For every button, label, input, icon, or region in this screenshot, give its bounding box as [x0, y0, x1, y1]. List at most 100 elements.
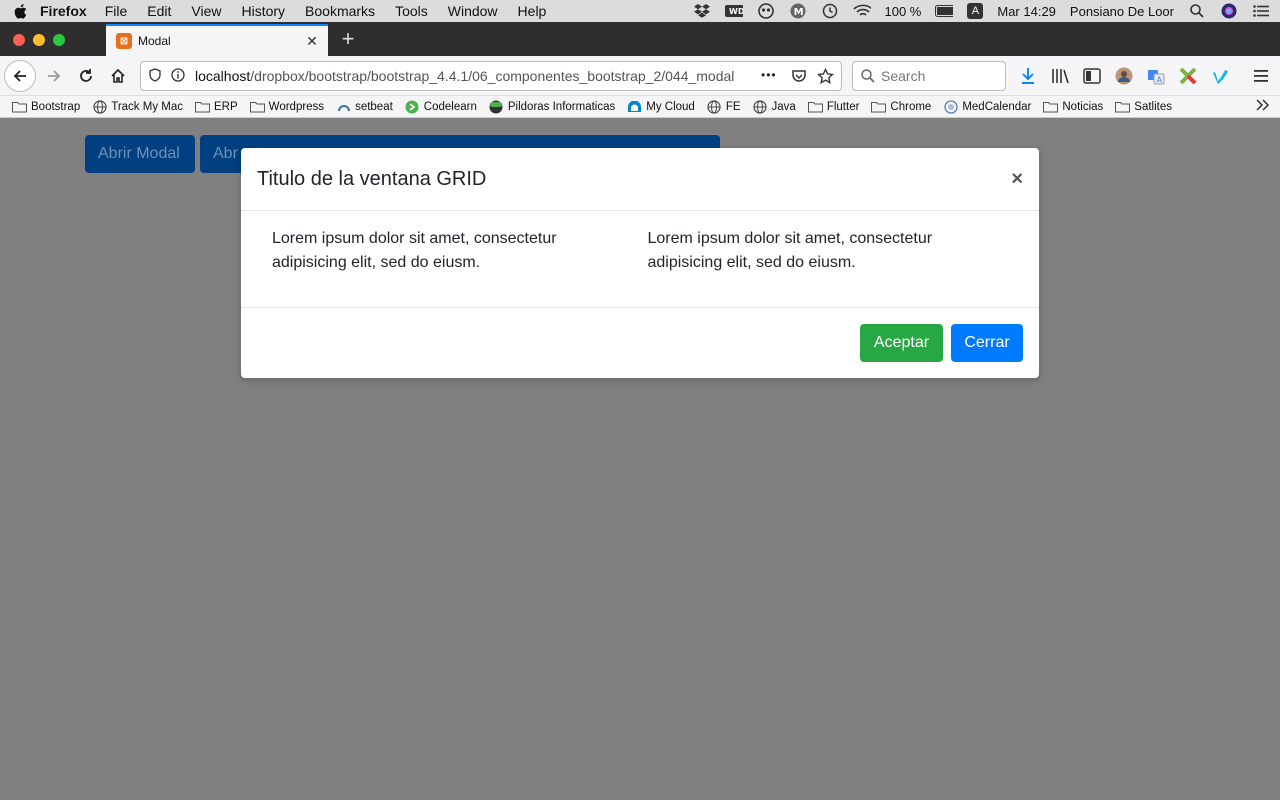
menu-history[interactable]: History [241, 3, 285, 19]
bookmark-label: Track My Mac [111, 100, 184, 113]
bookmark-label: Flutter [826, 100, 860, 113]
back-button[interactable] [4, 60, 36, 92]
battery-icon[interactable] [935, 3, 954, 19]
medcalendar-icon [943, 99, 958, 114]
bookmark-star-icon[interactable] [817, 67, 834, 88]
bookmark-label: Satlites [1134, 100, 1172, 113]
svg-text:WD: WD [729, 7, 743, 16]
bookmark-codelearn[interactable]: Codelearn [405, 100, 477, 113]
globe-icon [707, 99, 722, 114]
bookmarks-overflow-chevron-icon[interactable] [1256, 98, 1270, 114]
bookmark-label: Noticias [1062, 100, 1104, 113]
window-minimize-button[interactable] [33, 34, 45, 46]
battery-percent: 100 % [884, 3, 922, 19]
bookmark-label: Bootstrap [31, 100, 81, 113]
tracking-shield-icon[interactable] [149, 67, 161, 85]
new-tab-button[interactable]: + [336, 26, 360, 52]
bookmark-flutter[interactable]: Flutter [807, 100, 860, 113]
bookmark-fe[interactable]: FE [707, 99, 741, 114]
modal-title: Titulo de la ventana GRID [257, 167, 487, 190]
accept-button[interactable]: Aceptar [860, 324, 943, 362]
bookmarks-toolbar: Bootstrap Track My Mac ERP Wordpress set… [0, 96, 1280, 118]
svg-text:A: A [1157, 76, 1163, 85]
navigation-toolbar: localhost/dropbox/bootstrap/bootstrap_4.… [0, 56, 1280, 96]
bookmark-satlites[interactable]: Satlites [1115, 101, 1172, 113]
bookmark-label: Chrome [890, 100, 932, 113]
bookmark-wordpress[interactable]: Wordpress [249, 100, 325, 113]
bookmark-java[interactable]: Java [753, 99, 796, 114]
pocket-icon[interactable] [791, 68, 807, 87]
bookmark-label: Wordpress [268, 100, 325, 113]
bookmark-track-my-mac[interactable]: Track My Mac [92, 99, 184, 114]
translate-extension-icon[interactable]: A [1146, 66, 1166, 86]
account-avatar-icon[interactable] [1114, 66, 1134, 86]
tab-modal[interactable]: ⊠ Modal ✕ [106, 24, 328, 56]
menu-window[interactable]: Window [448, 3, 498, 19]
malwarebytes-icon[interactable]: M [789, 3, 807, 19]
url-host: localhost [195, 68, 251, 84]
url-text[interactable]: localhost/dropbox/bootstrap/bootstrap_4.… [195, 68, 755, 84]
url-bar[interactable]: localhost/dropbox/bootstrap/bootstrap_4.… [140, 61, 842, 91]
bookmark-my-cloud[interactable]: My Cloud [627, 100, 695, 113]
modal-close-icon[interactable]: × [1011, 168, 1023, 191]
menu-view[interactable]: View [191, 3, 221, 19]
time-machine-icon[interactable] [821, 3, 839, 19]
tab-title: Modal [138, 34, 171, 48]
bookmark-erp[interactable]: ERP [195, 101, 238, 113]
extension-x-icon[interactable] [1178, 66, 1198, 86]
menu-file[interactable]: File [105, 3, 128, 19]
spotlight-search-icon[interactable] [1188, 3, 1206, 19]
bookmark-medcalendar[interactable]: MedCalendar [943, 99, 1032, 114]
bookmark-pildoras-informaticas[interactable]: Pildoras Informaticas [489, 100, 616, 113]
input-source-indicator[interactable]: A [967, 3, 984, 19]
sidebar-toggle-icon[interactable] [1082, 66, 1102, 86]
codelearn-icon [405, 100, 420, 113]
modal-footer: Aceptar Cerrar [241, 307, 1039, 377]
page-actions-icon[interactable]: ••• [761, 68, 777, 82]
app-menu-firefox[interactable]: Firefox [40, 3, 87, 19]
apple-menu-icon[interactable] [14, 3, 40, 19]
reload-button[interactable] [72, 62, 100, 90]
close-button[interactable]: Cerrar [951, 324, 1023, 362]
bookmark-chrome[interactable]: Chrome [871, 101, 931, 113]
open-modal-button[interactable]: Abrir Modal [85, 135, 195, 173]
bookmark-setbeat[interactable]: setbeat [336, 101, 393, 113]
clock[interactable]: Mar 14:29 [997, 4, 1056, 19]
folder-icon [807, 101, 823, 113]
menu-help[interactable]: Help [518, 3, 547, 19]
downloads-icon[interactable] [1018, 66, 1038, 86]
user-name[interactable]: Ponsiano De Loor [1070, 4, 1174, 19]
svg-text:M: M [793, 7, 803, 18]
url-path: /dropbox/bootstrap/bootstrap_4.4.1/06_co… [250, 68, 735, 84]
bookmark-label: MedCalendar [962, 100, 1032, 113]
window-zoom-button[interactable] [53, 34, 65, 46]
window-close-button[interactable] [13, 34, 25, 46]
tab-strip: ⊠ Modal ✕ + [0, 22, 1280, 56]
bookmark-label: Pildoras Informaticas [507, 100, 616, 113]
bookmark-label: My Cloud [646, 100, 695, 113]
siri-icon[interactable] [1220, 3, 1238, 19]
globe-icon [92, 99, 107, 114]
menu-edit[interactable]: Edit [147, 3, 171, 19]
vimeo-extension-icon[interactable] [1210, 66, 1230, 86]
site-info-icon[interactable] [171, 67, 185, 85]
bookmark-label: Codelearn [423, 100, 477, 113]
folder-icon [195, 101, 211, 113]
bookmark-noticias[interactable]: Noticias [1043, 101, 1103, 113]
forward-button[interactable] [40, 62, 68, 90]
wifi-icon[interactable] [852, 3, 871, 19]
bookmark-label: Java [771, 100, 796, 113]
hamburger-menu-icon[interactable] [1252, 66, 1272, 86]
bookmark-bootstrap[interactable]: Bootstrap [12, 101, 80, 113]
search-bar[interactable]: Search [852, 61, 1006, 91]
dropbox-icon[interactable] [693, 3, 711, 19]
library-icon[interactable] [1050, 66, 1070, 86]
modal-body: Lorem ipsum dolor sit amet, consectetur … [241, 211, 1039, 307]
menu-tools[interactable]: Tools [395, 3, 428, 19]
owl-icon[interactable] [757, 3, 775, 19]
tab-close-icon[interactable]: ✕ [302, 33, 322, 50]
menu-bookmarks[interactable]: Bookmarks [305, 3, 375, 19]
wd-drive-icon[interactable]: WD [724, 3, 743, 19]
notification-center-icon[interactable] [1252, 3, 1270, 19]
home-button[interactable] [104, 62, 132, 90]
